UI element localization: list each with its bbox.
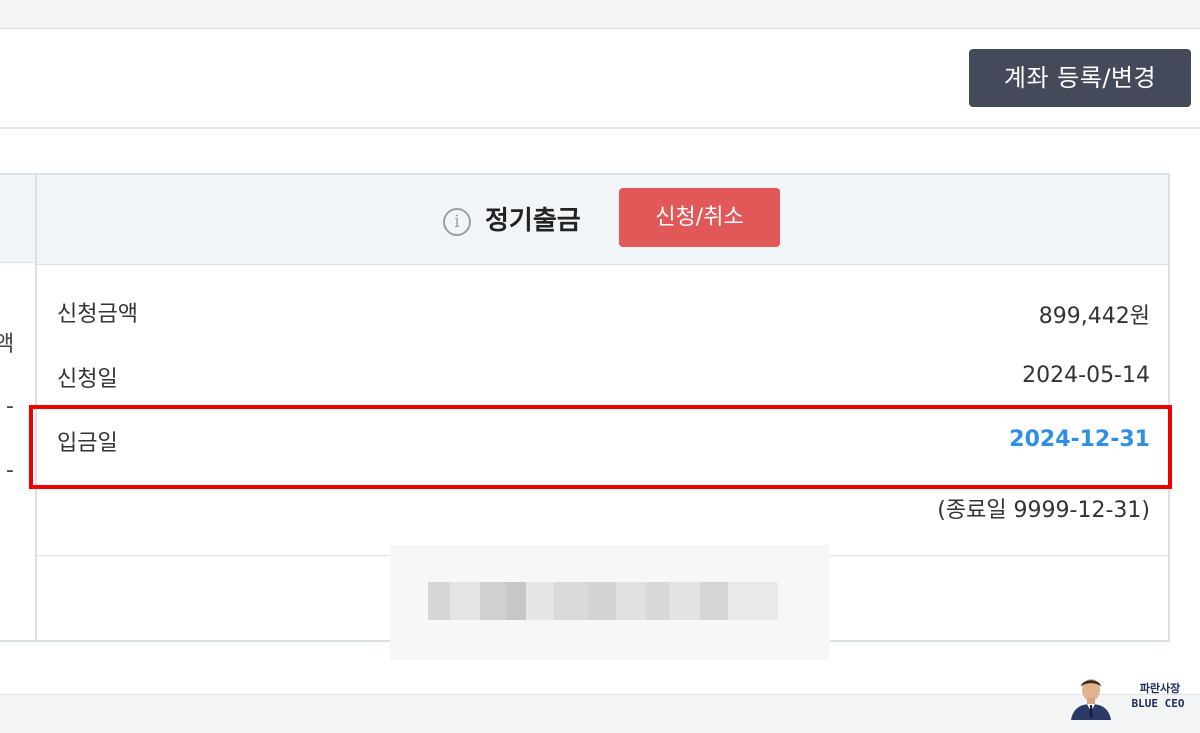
redacted-area [390, 545, 830, 660]
applied-amount-label: 신청금액 [57, 302, 138, 327]
end-date-note: (종료일 9999-12-31) [937, 498, 1150, 523]
watermark-english: BLUE CEO [1131, 697, 1185, 710]
left-column-label: 액 [0, 332, 15, 357]
apply-cancel-button[interactable]: 신청/취소 [619, 188, 780, 247]
left-column-value-dash: - [6, 458, 14, 483]
applied-amount-value: 899,442원 [1038, 304, 1150, 329]
ceo-avatar-icon [1071, 679, 1111, 720]
left-column-header [0, 175, 35, 263]
watermark-korean: 파란사장 [1139, 682, 1181, 695]
application-date-value: 2024-05-14 [1022, 363, 1150, 388]
highlight-box [29, 405, 1172, 489]
watermark-logo: 파란사장 BLUE CEO [1064, 670, 1194, 722]
info-icon[interactable]: i [443, 208, 471, 236]
application-date-label: 신청일 [57, 367, 118, 392]
top-strip [0, 0, 1200, 29]
left-column-value-dash: - [6, 394, 14, 419]
panel-title: 정기출금 [485, 206, 581, 236]
panel-header [37, 175, 1168, 265]
bottom-strip [0, 694, 1200, 733]
account-register-change-button[interactable]: 계좌 등록/변경 [969, 49, 1191, 107]
